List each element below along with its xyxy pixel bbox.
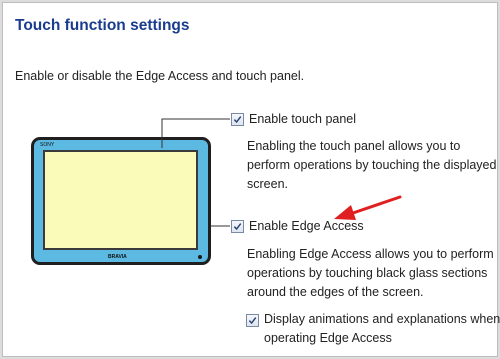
- checkmark-icon: [248, 317, 257, 325]
- edge-access-description-line: Enabling Edge Access allows you to perfo…: [247, 247, 494, 261]
- enable-edge-access-option[interactable]: Enable Edge Access: [231, 219, 364, 233]
- display-animations-label: Display animations and explanations when…: [264, 310, 500, 348]
- edge-access-description-line: operations by touching black glass secti…: [247, 266, 488, 280]
- checkmark-icon: [233, 223, 242, 231]
- display-animations-label-line: Display animations and explanations when: [264, 312, 500, 326]
- enable-edge-access-label: Enable Edge Access: [249, 219, 364, 233]
- touch-panel-description-line: screen.: [247, 177, 288, 191]
- device-brand-top: SONY: [40, 142, 55, 148]
- enable-edge-access-checkbox[interactable]: [231, 220, 244, 233]
- device-screen-area: [43, 150, 198, 250]
- edge-access-description-line: around the edges of the screen.: [247, 285, 424, 299]
- touch-panel-description-line: perform operations by touching the displ…: [247, 158, 497, 172]
- display-animations-checkbox[interactable]: [246, 314, 259, 327]
- enable-touch-panel-checkbox[interactable]: [231, 113, 244, 126]
- enable-touch-panel-label: Enable touch panel: [249, 112, 357, 126]
- device-illustration: SONY BRAVIA: [31, 137, 211, 265]
- edge-access-description: Enabling Edge Access allows you to perfo…: [247, 245, 500, 302]
- touch-panel-description-line: Enabling the touch panel allows you to: [247, 139, 461, 153]
- enable-touch-panel-option[interactable]: Enable touch panel: [231, 112, 356, 126]
- display-animations-label-line: operating Edge Access: [264, 331, 392, 345]
- page-subtitle: Enable or disable the Edge Access and to…: [15, 69, 305, 83]
- touch-panel-description: Enabling the touch panel allows you to p…: [247, 137, 500, 194]
- power-led-icon: [198, 255, 202, 259]
- display-animations-option[interactable]: Display animations and explanations when…: [246, 310, 500, 348]
- device-brand-bottom: BRAVIA: [108, 254, 127, 260]
- checkmark-icon: [233, 116, 242, 124]
- page-title: Touch function settings: [15, 17, 190, 34]
